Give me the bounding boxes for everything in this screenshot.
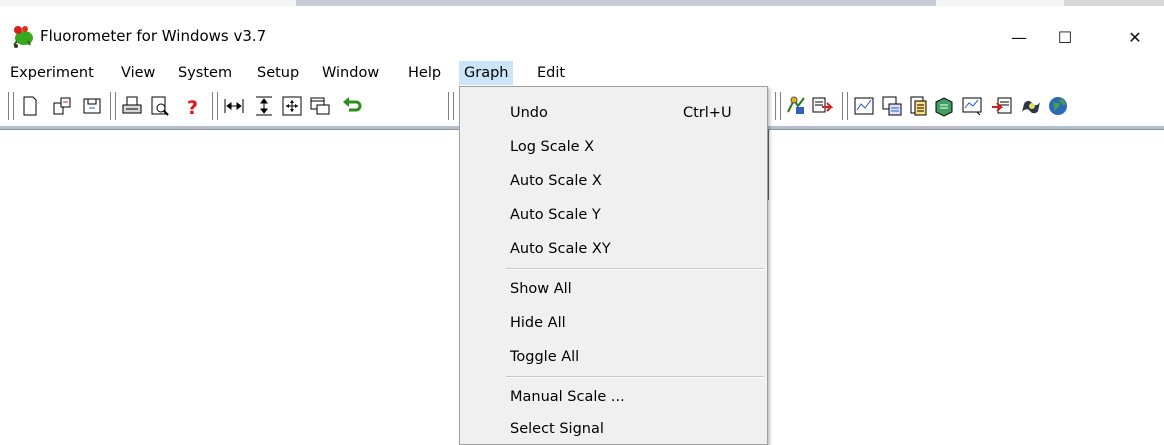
menu-window[interactable]: Window [317,61,384,85]
toolbar-separator [8,92,14,120]
new-file-icon[interactable] [18,94,42,118]
save-file-icon[interactable] [80,94,104,118]
toolbar-separator [212,92,218,120]
expand-vertical-icon[interactable] [252,94,276,118]
title-bar[interactable]: Fluorometer for Windows v3.7 — ☐ ✕ [0,18,1164,58]
menu-item-auto-scale-x[interactable]: Auto Scale X [460,167,767,197]
globe-icon[interactable] [1046,94,1070,118]
menu-item-label: Select Signal [510,421,604,437]
print-icon[interactable] [120,94,144,118]
menu-item-show-all[interactable]: Show All [460,275,767,305]
menu-separator [506,268,764,270]
help-icon[interactable]: ? [180,94,204,118]
toolbar-separator [448,92,454,120]
menu-item-toggle-all[interactable]: Toggle All [460,343,767,373]
window-icon[interactable] [308,94,332,118]
menu-help[interactable]: Help [403,61,446,85]
data-icon[interactable] [880,94,904,118]
chart-icon[interactable] [960,94,984,118]
signal-icon[interactable] [1020,94,1044,118]
menu-setup[interactable]: Setup [252,61,304,85]
menu-item-label: Undo [510,105,548,121]
minimize-button[interactable]: — [996,22,1042,52]
menu-item-manual-scale[interactable]: Manual Scale ... [460,383,767,413]
maximize-button[interactable]: ☐ [1042,22,1088,52]
menu-item-select-signal[interactable]: Select Signal [460,415,767,445]
toolbar-separator [110,92,116,120]
open-file-icon[interactable] [50,94,74,118]
menu-item-log-scale-x[interactable]: Log Scale X [460,133,767,163]
document-icon[interactable] [906,94,930,118]
menu-item-label: Log Scale X [510,139,595,155]
menu-graph[interactable]: Graph [459,61,514,85]
menu-item-auto-scale-y[interactable]: Auto Scale Y [460,201,767,231]
svg-text:?: ? [187,97,198,118]
expand-horizontal-icon[interactable] [222,94,246,118]
notes-icon[interactable] [932,94,956,118]
menu-item-label: Auto Scale Y [510,207,601,223]
menu-item-label: Auto Scale XY [510,241,611,257]
menu-edit[interactable]: Edit [532,61,570,85]
menu-experiment[interactable]: Experiment [5,61,99,85]
window-title: Fluorometer for Windows v3.7 [40,27,267,45]
print-preview-icon[interactable] [148,94,172,118]
graph-dropdown-menu: Undo Ctrl+U Log Scale X Auto Scale X Aut… [459,86,768,445]
background-window-strip [0,0,1164,6]
menu-item-label: Manual Scale ... [510,389,625,405]
app-turtle-icon [10,24,36,50]
import-icon[interactable] [990,94,1014,118]
menu-item-hide-all[interactable]: Hide All [460,309,767,339]
panel-edge [768,130,771,200]
menu-item-label: Auto Scale X [510,173,602,189]
toolbar-separator [775,92,781,120]
undo-arrow-icon[interactable] [340,94,364,118]
menu-view[interactable]: View [116,61,160,85]
menu-item-shortcut: Ctrl+U [683,105,732,121]
menu-item-undo[interactable]: Undo Ctrl+U [460,99,767,129]
toolbar-separator [842,92,848,120]
graph-icon[interactable] [852,94,876,118]
menu-separator [506,376,764,378]
menu-item-label: Show All [510,281,572,297]
close-button[interactable]: ✕ [1112,22,1158,52]
menu-system[interactable]: System [173,61,237,85]
menu-item-label: Toggle All [510,349,580,365]
export-icon[interactable] [810,94,834,118]
menu-item-label: Hide All [510,315,566,331]
menu-item-auto-scale-xy[interactable]: Auto Scale XY [460,235,767,265]
instrument-icon[interactable] [784,94,808,118]
menu-bar: Experiment View System Setup Window Help… [0,61,1164,85]
expand-all-icon[interactable] [280,94,304,118]
